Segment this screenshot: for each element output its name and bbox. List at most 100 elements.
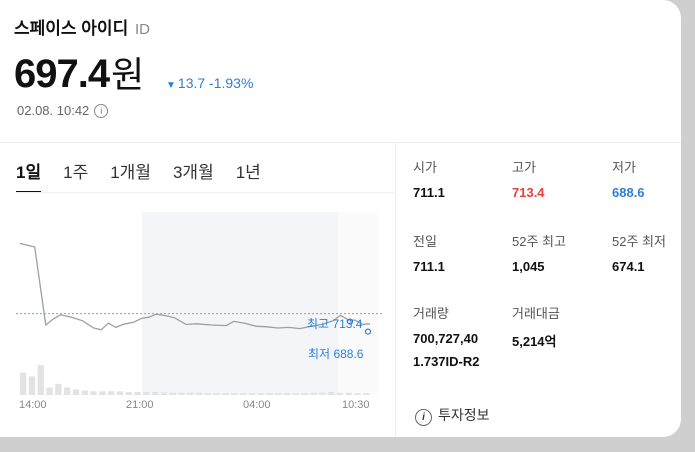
volume-bar (72, 389, 80, 395)
invest-info-link[interactable]: i 투자정보 (415, 405, 490, 426)
volume-bar (213, 393, 220, 395)
stat-value: 713.4 (512, 185, 545, 200)
divider (0, 142, 681, 143)
stat-prev: 전일 711.1 (413, 231, 513, 274)
volume-bar (222, 393, 229, 395)
x-tick: 14:00 (19, 399, 47, 411)
stat-turnover: 거래대금 5,214억 (512, 303, 612, 350)
volume-bar (108, 391, 115, 395)
volume-bar (310, 392, 317, 395)
volume-bar (301, 393, 308, 395)
stock-name: 스페이스 아이디 (14, 19, 129, 38)
stat-label: 거래대금 (512, 306, 560, 321)
stat-value: 688.6 (612, 185, 645, 200)
stat-label: 52주 최고 (512, 234, 566, 249)
high-label-value: 713.4 (332, 317, 363, 331)
low-label-text: 최저 (308, 347, 331, 361)
timestamp: 02.08. 10:42 (17, 103, 90, 118)
low-marker (364, 328, 372, 335)
volume-bar (169, 392, 176, 395)
volume-bar (116, 391, 124, 395)
chart-shade (338, 212, 378, 395)
x-tick: 21:00 (126, 399, 154, 411)
stock-title: 스페이스 아이디 ID (14, 14, 150, 39)
divider (395, 143, 396, 437)
price-chart[interactable] (16, 212, 382, 412)
tabs-underline (16, 192, 394, 193)
volume-bar (354, 393, 361, 395)
volume-bar (99, 391, 106, 395)
volume-bar (81, 390, 88, 395)
volume-bar (231, 393, 238, 395)
stat-value: 711.1 (413, 259, 445, 274)
volume-bar (134, 392, 141, 395)
invest-info-label: 투자정보 (438, 407, 490, 423)
stat-52w-high: 52주 최고 1,045 (512, 231, 612, 274)
stat-value-continued: 1.737ID-R2 (413, 354, 480, 369)
volume-bar (152, 392, 159, 395)
stat-label: 거래량 (413, 306, 449, 321)
volume-bar (345, 392, 352, 395)
volume-bar (240, 393, 247, 395)
volume-bar (160, 392, 168, 395)
volume-bar (266, 393, 273, 395)
stat-volume: 거래량 700,727,40 1.737ID-R2 (413, 303, 513, 369)
volume-bar (196, 392, 203, 395)
stock-card: 스페이스 아이디 ID 697.4원 ▼ 13.7 -1.93% 02.08. 1… (0, 0, 681, 437)
stat-low: 저가 688.6 (612, 157, 681, 200)
change-amount: 13.7 (177, 75, 206, 91)
stat-value: 1,045 (512, 259, 545, 274)
volume-bar (90, 391, 97, 395)
stat-open: 시가 711.1 (413, 157, 513, 200)
high-label-text: 최고 (307, 317, 330, 331)
x-tick: 10:30 (342, 399, 370, 411)
x-tick: 04:00 (243, 399, 271, 411)
volume-bar (284, 393, 291, 395)
volume-bar (275, 393, 282, 395)
stat-label: 저가 (612, 160, 636, 175)
stat-label: 고가 (512, 160, 536, 175)
stat-52w-low: 52주 최저 674.1 (612, 231, 681, 274)
stat-value: 674.1 (612, 259, 645, 274)
volume-bar (248, 393, 256, 395)
info-icon[interactable]: i (94, 104, 109, 118)
volume-bar (55, 383, 62, 395)
stat-label: 시가 (413, 160, 437, 175)
stat-high: 고가 713.4 (512, 157, 612, 200)
tab-3m[interactable]: 3개월 (173, 158, 214, 193)
volume-bar (143, 392, 150, 395)
period-tabs: 1일 1주 1개월 3개월 1년 (16, 158, 283, 193)
tab-1m[interactable]: 1개월 (110, 158, 151, 193)
volume-bar (187, 392, 194, 395)
tab-1d[interactable]: 1일 (16, 158, 42, 193)
volume-bar (328, 392, 335, 395)
chart-high-label: 최고 713.4 (307, 315, 362, 332)
stat-value: 700,727,40 (413, 331, 479, 346)
volume-bar (257, 393, 264, 395)
volume-bar (64, 387, 71, 395)
volume-bar (336, 392, 344, 395)
chart-low-label: 최저 688.6 (308, 345, 363, 362)
volume-bar (28, 376, 36, 395)
volume-bar (204, 393, 212, 395)
price-unit: 원 (111, 54, 144, 95)
current-price: 697.4원 (14, 46, 144, 98)
stat-value: 5,214억 (512, 334, 557, 349)
volume-bar (20, 372, 27, 395)
volume-bar (319, 392, 326, 395)
tab-1y[interactable]: 1년 (236, 158, 261, 193)
tab-1w[interactable]: 1주 (63, 158, 88, 193)
volume-bar (292, 393, 300, 395)
price-change: ▼ 13.7 -1.93% (166, 75, 253, 91)
volume-bar (125, 392, 132, 395)
volume-bar (178, 392, 185, 395)
info-icon: i (415, 409, 432, 426)
change-percent: -1.93% (209, 75, 254, 91)
stat-label: 전일 (413, 234, 437, 249)
chart-shade (142, 212, 340, 395)
volume-bar (363, 393, 370, 395)
stat-label: 52주 최저 (612, 234, 666, 249)
volume-bar (46, 387, 53, 395)
price-value: 697.4 (14, 52, 110, 96)
low-label-value: 688.6 (333, 347, 364, 361)
